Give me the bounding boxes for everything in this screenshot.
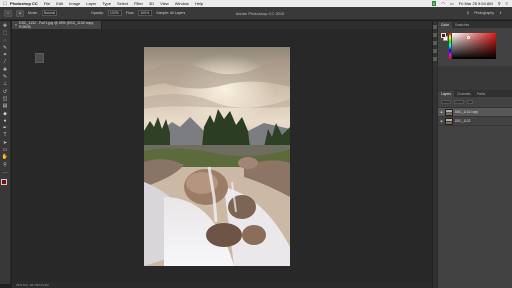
hand-tool-icon[interactable]: ✋: [2, 155, 9, 160]
move-tool-icon[interactable]: ✥: [2, 24, 9, 29]
eraser-tool-icon[interactable]: ◫: [2, 96, 9, 102]
battery-icon[interactable]: ▭: [450, 1, 454, 6]
shape-tool-icon[interactable]: ▭: [2, 148, 9, 153]
path-select-tool-icon[interactable]: ➤: [2, 140, 9, 146]
mode-select[interactable]: Normal: [41, 10, 58, 16]
type-tool-icon[interactable]: T: [2, 133, 9, 138]
document-tab[interactable]: × DSC_1132 - Full 1.jpg @ 28% (DSC_1132 …: [12, 21, 102, 29]
layer-name: DSC_1132: [455, 119, 471, 123]
blend-mode-select[interactable]: [454, 100, 464, 104]
eye-icon[interactable]: ◉: [440, 110, 443, 114]
layer-opacity-field[interactable]: [467, 100, 473, 104]
marquee-tool-icon[interactable]: ⬚: [2, 31, 9, 36]
menu-item-layer[interactable]: Layer: [86, 1, 96, 6]
foreground-color-swatch[interactable]: [0, 179, 7, 186]
dodge-tool-icon[interactable]: ●: [2, 118, 9, 124]
tool-preset-picker[interactable]: ⌂: [4, 9, 12, 17]
brush-tool-icon[interactable]: ✎: [2, 75, 9, 80]
layers-panel-tabs: Layers Channels Paths: [438, 90, 512, 97]
right-panel-dock: Color Swatches Layers Channels Paths ◉ D…: [437, 21, 512, 288]
gradient-tool-icon[interactable]: ▤: [2, 104, 9, 109]
hue-slider[interactable]: [449, 33, 451, 59]
workspace-controls: ⚲ Photography ⇪: [467, 11, 502, 15]
color-picker-cursor[interactable]: [467, 36, 470, 39]
layers-panel: ◉ DSC_1132 copy ◉ DSC_1132: [438, 97, 512, 288]
layers-controls: [438, 97, 512, 108]
lasso-tool-icon[interactable]: ◌: [2, 38, 9, 44]
layer-filter-select[interactable]: [441, 100, 451, 104]
home-icon: ⌂: [6, 11, 10, 15]
menu-item-window[interactable]: Window: [175, 1, 189, 6]
status-text: 25% Doc: 68.7M/114.5M: [16, 283, 49, 287]
healing-brush-tool-icon[interactable]: ✚: [2, 67, 9, 73]
app-badge[interactable]: V: [431, 1, 437, 6]
color-field[interactable]: [452, 33, 496, 59]
layer-row[interactable]: ◉ DSC_1132 copy: [438, 108, 512, 117]
layer-row[interactable]: ◉ DSC_1132: [438, 117, 512, 126]
panel-divider: [438, 66, 512, 90]
close-icon[interactable]: ×: [15, 23, 17, 27]
color-panel: [438, 28, 512, 66]
menu-item-select[interactable]: Select: [117, 1, 128, 6]
flow-field[interactable]: 100%: [138, 10, 153, 16]
apple-menu-icon[interactable]: : [0, 1, 10, 7]
options-bar: ⌂ ● Mode: Normal Opacity: 100% Flow: 100…: [0, 7, 512, 20]
window-title: Adobe Photoshop CC 2015: [235, 10, 285, 16]
menu-item-type[interactable]: Type: [102, 1, 111, 6]
layer-name: DSC_1132 copy: [455, 110, 478, 114]
opacity-label: Opacity:: [91, 11, 104, 15]
eyedropper-tool-icon[interactable]: ⁄: [2, 60, 9, 65]
notification-center-icon[interactable]: ≡: [506, 1, 508, 6]
menu-item-edit[interactable]: Edit: [56, 1, 63, 6]
sample-label: Sample: All Layers: [156, 11, 186, 15]
tools-panel: ✥ ⬚ ◌ ✎ ⌗ ⁄ ✚ ✎ ⊥ ↺ ◫ ▤ ◆ ● ✒ T ➤ ▭ ✋ ⚲…: [0, 21, 11, 284]
menu-item-3d[interactable]: 3D: [149, 1, 154, 6]
brush-icon: ●: [18, 11, 22, 15]
menu-item-view[interactable]: View: [160, 1, 169, 6]
brush-preset-picker[interactable]: ●: [16, 9, 24, 17]
floating-mini-panel[interactable]: [35, 53, 44, 63]
share-icon[interactable]: ⇪: [499, 11, 502, 15]
search-icon[interactable]: ⚲: [467, 11, 470, 15]
history-brush-tool-icon[interactable]: ↺: [2, 89, 9, 95]
more-tools-icon[interactable]: …: [2, 169, 9, 175]
menu-clock[interactable]: Fri Mar 25 9:54 AM: [459, 1, 493, 6]
quick-select-tool-icon[interactable]: ✎: [2, 45, 9, 51]
opacity-field[interactable]: 100%: [107, 10, 122, 16]
layer-thumbnail: [445, 117, 453, 125]
document-image[interactable]: [144, 47, 290, 266]
blur-tool-icon[interactable]: ◆: [2, 111, 9, 117]
crop-tool-icon[interactable]: ⌗: [2, 53, 9, 58]
document-tab-label: DSC_1132 - Full 1.jpg @ 28% (DSC_1132 co…: [19, 21, 94, 29]
mode-label: Mode:: [28, 11, 38, 15]
search-icon[interactable]: ⚲: [498, 1, 501, 6]
color-panel-tabs: Color Swatches: [438, 21, 512, 28]
flow-label: Flow:: [125, 11, 135, 15]
menu-item-app[interactable]: Photoshop CC: [10, 1, 38, 6]
pen-tool-icon[interactable]: ✒: [2, 126, 9, 131]
landscape-photo: [144, 47, 290, 266]
color-panel-foreground-swatch[interactable]: [441, 33, 446, 38]
document-tab-bar: × DSC_1132 - Full 1.jpg @ 28% (DSC_1132 …: [12, 21, 432, 29]
menu-item-image[interactable]: Image: [69, 1, 80, 6]
zoom-tool-icon[interactable]: ⚲: [2, 162, 9, 168]
menu-item-help[interactable]: Help: [195, 1, 203, 6]
clone-stamp-tool-icon[interactable]: ⊥: [2, 82, 9, 87]
menu-item-filter[interactable]: Filter: [134, 1, 143, 6]
eye-icon[interactable]: ◉: [440, 119, 443, 123]
color-swatches[interactable]: [0, 179, 10, 189]
menu-bar:  Photoshop CC File Edit Image Layer Typ…: [0, 0, 512, 7]
layer-thumbnail: [445, 108, 453, 116]
wifi-icon[interactable]: ◠: [441, 1, 445, 6]
menu-item-file[interactable]: File: [44, 1, 50, 6]
workspace-switcher[interactable]: Photography: [474, 11, 494, 15]
status-bar: 25% Doc: 68.7M/114.5M: [12, 282, 432, 288]
menu-bar-status: V ◠ ▭ Fri Mar 25 9:54 AM ⚲ ≡: [431, 0, 508, 7]
